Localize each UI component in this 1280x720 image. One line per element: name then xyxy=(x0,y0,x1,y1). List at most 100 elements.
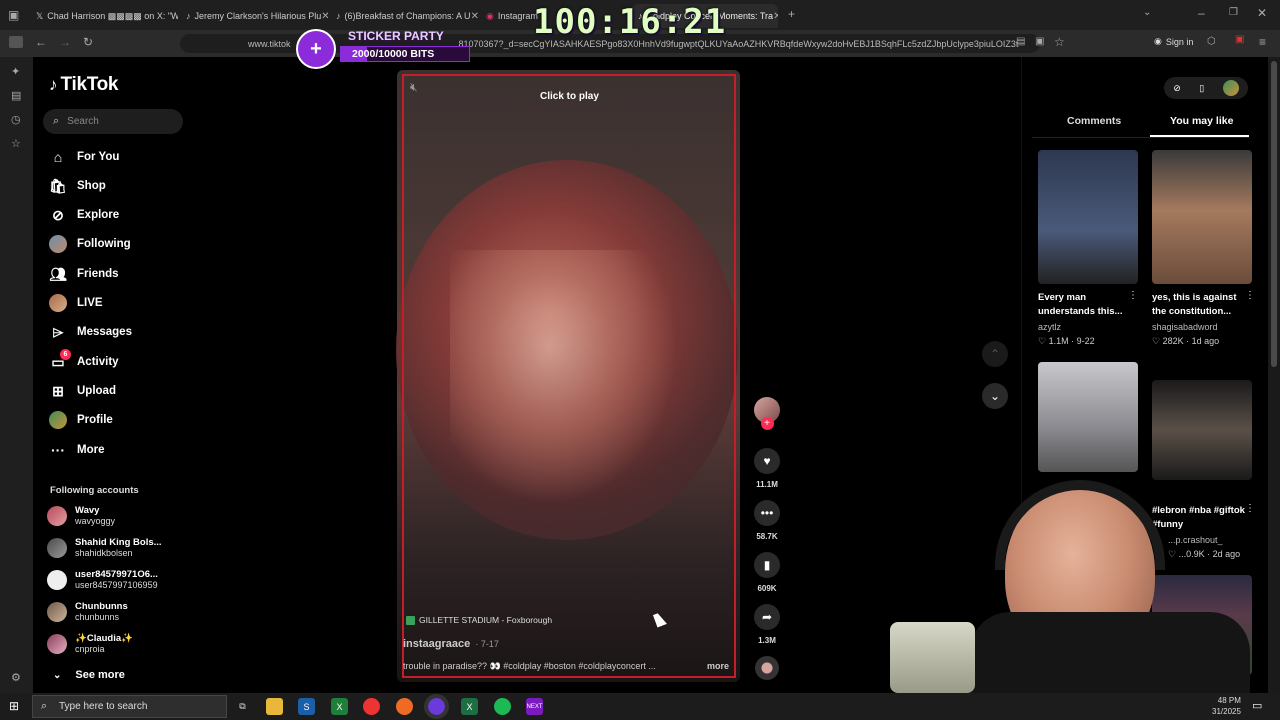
chevron-down-icon: ⌄ xyxy=(53,669,62,681)
favorites-icon[interactable]: ☆ xyxy=(11,137,21,150)
nav-item-shop[interactable]: 🛍︎ Shop xyxy=(49,177,106,195)
save-button[interactable]: ▮ 609K xyxy=(754,552,780,593)
nav-item-messages[interactable]: ⌲ Messages xyxy=(49,323,132,341)
webcam-shirt xyxy=(970,612,1250,693)
following-account[interactable]: Wavy wavyoggy xyxy=(47,505,115,527)
windows-start-icon[interactable]: ⊞ xyxy=(9,699,19,713)
compass-icon[interactable]: ⊘ xyxy=(1173,83,1181,94)
reader-icon[interactable]: ▤ xyxy=(1016,36,1025,47)
author-avatar-button[interactable]: + xyxy=(754,397,780,430)
new-tab-icon[interactable]: + xyxy=(788,7,795,21)
sidebar-toggle-icon[interactable] xyxy=(9,36,23,48)
location-tag[interactable]: GILLETTE STADIUM - Foxborough xyxy=(406,615,552,625)
share-button[interactable]: ➦ 1.3M xyxy=(754,604,780,645)
next-app-icon[interactable]: NEXT xyxy=(526,698,543,715)
close-window-icon[interactable]: ✕ xyxy=(1257,6,1267,20)
headphones xyxy=(995,480,1165,570)
follow-plus-icon[interactable]: + xyxy=(760,417,774,430)
suggested-video-title[interactable]: Every man understands this... xyxy=(1038,291,1138,319)
close-icon[interactable]: ✕ xyxy=(471,11,478,22)
restore-icon[interactable]: ❐ xyxy=(1229,7,1238,18)
browser-tab[interactable]: ♪ (6)Breakfast of Champions: A U ✕ xyxy=(330,4,478,28)
nav-item-friends[interactable]: 👥︎ Friends xyxy=(49,265,118,283)
xbox-icon[interactable]: X xyxy=(331,698,348,715)
nav-item-live[interactable]: LIVE xyxy=(49,294,103,312)
suggested-video-thumbnail[interactable] xyxy=(1152,380,1252,480)
scrollbar-thumb[interactable] xyxy=(1271,61,1277,367)
comment-button[interactable]: ••• 58.7K xyxy=(754,500,780,541)
nav-item-for-you[interactable]: ⌂ For You xyxy=(49,148,120,166)
settings-icon[interactable]: ⚙ xyxy=(11,671,21,684)
browser-icon[interactable] xyxy=(424,694,449,719)
following-account[interactable]: Chunbunns chunbunns xyxy=(47,601,128,623)
tiktok-logo[interactable]: ♪ TikTok xyxy=(49,74,118,96)
sign-in-button[interactable]: ◉ Sign in xyxy=(1154,36,1193,47)
suggested-video-thumbnail[interactable] xyxy=(1038,362,1138,472)
following-account[interactable]: ✨Claudia✨ cnproia xyxy=(47,633,133,655)
back-icon[interactable]: ← xyxy=(35,35,47,49)
browser-tab[interactable]: ♪ Jeremy Clarkson's Hilarious Plu ✕ xyxy=(180,4,328,28)
account-handle: chunbunns xyxy=(75,612,120,622)
windows-taskbar: ⊞ ⌕ Type here to search ⧉ S X X NEXT 48 … xyxy=(0,693,1280,720)
collections-icon[interactable]: ▤ xyxy=(11,89,21,102)
search-icon: ⌕ xyxy=(41,700,48,712)
click-to-play-label[interactable]: Click to play xyxy=(540,91,599,102)
page-scrollbar[interactable] xyxy=(1268,57,1280,693)
nav-item-following[interactable]: Following xyxy=(49,235,131,253)
previous-video-button[interactable]: ⌃ xyxy=(982,341,1008,367)
more-options-icon[interactable]: ⋮ xyxy=(1245,290,1255,301)
search-input[interactable]: ⌕ Search xyxy=(43,109,183,134)
firefox-icon[interactable] xyxy=(396,698,413,715)
close-icon[interactable]: ✕ xyxy=(773,11,778,22)
chrome-icon[interactable] xyxy=(363,698,380,715)
device-icon[interactable]: ▯ xyxy=(1199,83,1204,94)
close-icon[interactable]: ✕ xyxy=(321,11,328,22)
spotify-icon[interactable] xyxy=(494,698,511,715)
taskbar-search-input[interactable]: ⌕ Type here to search xyxy=(32,695,227,718)
suggested-video-thumbnail[interactable] xyxy=(1152,150,1252,284)
tab-comments[interactable]: Comments xyxy=(1067,115,1121,127)
avatar[interactable] xyxy=(1222,80,1239,96)
file-explorer-icon[interactable] xyxy=(266,698,283,715)
history-icon[interactable]: ◷ xyxy=(11,113,21,126)
browser-tab[interactable]: ◉ Instagram xyxy=(480,4,540,28)
minimize-icon[interactable]: – xyxy=(1198,6,1205,20)
steam-icon[interactable]: S xyxy=(298,698,315,715)
caption-more-button[interactable]: more xyxy=(707,661,729,671)
like-count: 11.1M xyxy=(756,480,778,489)
next-video-button[interactable]: ⌄ xyxy=(982,383,1008,409)
suggested-video-user[interactable]: azytlz xyxy=(1038,322,1061,332)
nav-item-upload[interactable]: ⊞ Upload xyxy=(49,382,116,400)
star-icon[interactable]: ☆ xyxy=(1054,35,1065,49)
nav-item-activity[interactable]: ▭ 6 Activity xyxy=(49,349,119,371)
mute-icon[interactable]: 🔇︎ xyxy=(410,80,418,95)
menu-icon[interactable]: ≡ xyxy=(1259,35,1266,49)
tab-you-may-like[interactable]: You may like xyxy=(1170,115,1233,127)
nav-item-more[interactable]: ··· More xyxy=(49,441,104,459)
forward-icon[interactable]: → xyxy=(59,35,71,49)
task-view-icon[interactable]: ⧉ xyxy=(234,698,251,715)
see-more-button[interactable]: ⌄ See more xyxy=(53,669,125,681)
following-account[interactable]: Shahid King Bols... shahidkbolsen xyxy=(47,537,162,559)
taskbar-clock[interactable]: 48 PM 31/2025 xyxy=(1212,695,1241,717)
tab-actions-icon[interactable]: ▣ xyxy=(8,8,19,22)
more-options-icon[interactable]: ⋮ xyxy=(1128,290,1138,301)
suggested-video-user[interactable]: shagisabadword xyxy=(1152,322,1218,332)
nav-item-profile[interactable]: Profile xyxy=(49,411,113,429)
like-button[interactable]: ♥ 11.1M xyxy=(754,448,780,489)
nav-item-explore[interactable]: ⊘ Explore xyxy=(49,206,119,224)
excel-icon[interactable]: X xyxy=(461,698,478,715)
following-account[interactable]: user84579971O6... user8457997106959 xyxy=(47,569,158,591)
browser-tab[interactable]: 𝕏 Chad Harrison ▩▩▩▩ on X: "W ✕ xyxy=(30,4,178,28)
reload-icon[interactable]: ↻ xyxy=(83,35,93,49)
suggested-video-title[interactable]: yes, this is against the constitution... xyxy=(1152,291,1252,319)
extensions-icon[interactable]: ⬡ xyxy=(1207,36,1216,47)
extension-icon[interactable]: ▣ xyxy=(1235,34,1244,45)
screenshot-icon[interactable]: ▣ xyxy=(1035,36,1044,47)
ai-icon[interactable]: ✦ xyxy=(11,65,20,78)
notifications-icon[interactable]: ▭ xyxy=(1252,699,1262,712)
sound-disc[interactable] xyxy=(754,656,780,680)
chevron-down-icon[interactable]: ⌄ xyxy=(1143,7,1151,18)
video-author[interactable]: instaagraace · 7-17 xyxy=(403,638,499,650)
suggested-video-thumbnail[interactable] xyxy=(1038,150,1138,284)
